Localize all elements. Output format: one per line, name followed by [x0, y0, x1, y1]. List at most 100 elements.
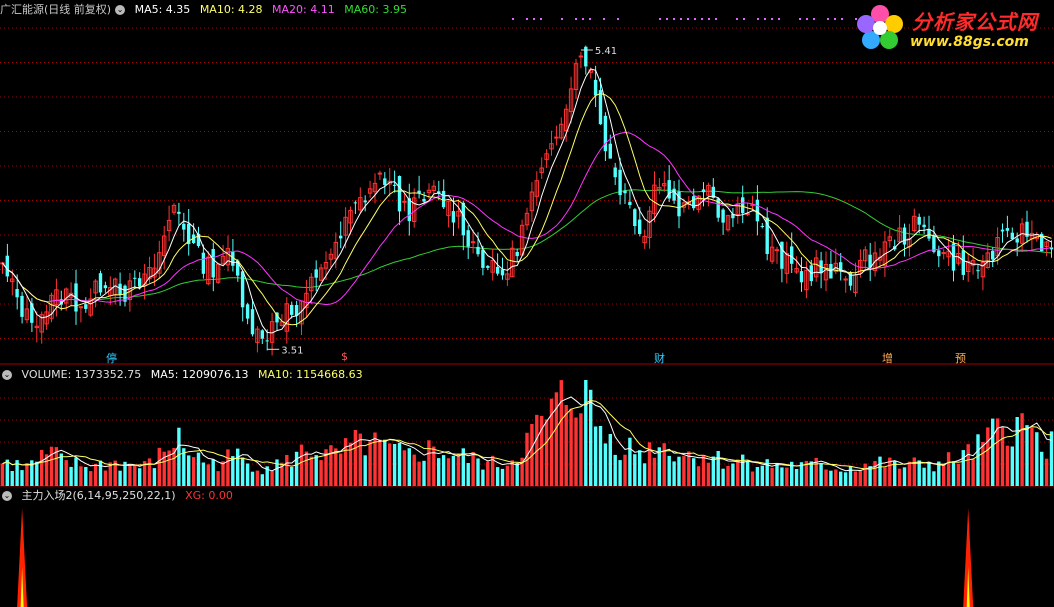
volume-bar	[10, 471, 14, 486]
volume-bar	[196, 452, 201, 486]
candle-body	[402, 200, 407, 203]
candle-body	[628, 201, 632, 205]
volume-bar	[878, 456, 882, 486]
volume-bar	[1005, 445, 1010, 486]
candle-body	[451, 211, 456, 223]
dot-mark	[827, 18, 829, 20]
volume-bar	[260, 474, 264, 486]
dot-mark	[617, 18, 619, 20]
event-marker[interactable]: 财	[654, 350, 665, 366]
candle-body	[177, 211, 181, 214]
candle-body	[613, 167, 617, 178]
volume-bar	[946, 452, 951, 486]
candle-body	[461, 202, 465, 236]
volume-bar	[0, 463, 5, 486]
volume-bar	[1035, 432, 1039, 486]
candle-body	[417, 190, 421, 193]
volume-bar	[741, 454, 745, 486]
candle-body	[314, 269, 318, 278]
candle-body	[623, 190, 627, 194]
volume-bar	[745, 461, 750, 486]
candle-body	[339, 235, 343, 239]
volume-bar	[755, 467, 760, 486]
candle-body	[603, 115, 608, 152]
volume-bar	[574, 417, 578, 486]
candle-body	[790, 246, 794, 264]
candle-body	[961, 250, 965, 275]
volume-bar	[422, 460, 426, 486]
volume-bar	[986, 427, 990, 486]
candle-body	[755, 199, 760, 222]
event-marker[interactable]: 增	[882, 350, 893, 366]
volume-bar	[956, 463, 961, 486]
volume-bar	[976, 434, 980, 486]
volume-bar	[677, 456, 681, 486]
candle-body	[240, 271, 245, 308]
volume-bar	[49, 446, 54, 486]
dot-mark	[589, 18, 591, 20]
moving-average-lines	[2, 68, 1052, 334]
volume-bar	[584, 380, 588, 486]
stock-title: 广汇能源(日线 前复权)	[0, 3, 112, 16]
volume-bar	[863, 463, 867, 486]
candle-body	[466, 230, 470, 247]
dot-mark	[526, 18, 528, 20]
candle-body	[638, 219, 642, 234]
candle-body	[363, 200, 367, 203]
candle-body	[1010, 232, 1014, 240]
volume-bar	[103, 470, 108, 486]
volume-bar	[559, 380, 563, 486]
volume-bar	[829, 470, 833, 486]
volume-bar	[191, 457, 196, 486]
volume-bar	[981, 442, 985, 486]
volume-bar	[897, 468, 902, 486]
volume-ma10-readout: MA10: 1154668.63	[257, 368, 363, 381]
dot-mark	[659, 18, 661, 20]
candle-body	[701, 189, 706, 193]
candle-body	[593, 79, 598, 96]
chevron-down-icon[interactable]: ⌄	[2, 370, 12, 380]
volume-bar	[917, 460, 921, 486]
candle-body	[353, 202, 358, 204]
candle-body	[481, 249, 485, 268]
event-marker[interactable]: 预	[955, 350, 966, 366]
dot-mark	[603, 18, 605, 20]
candle-body	[922, 224, 926, 228]
volume-bar	[378, 439, 382, 486]
candle-body	[245, 304, 250, 319]
logo-title: 分析家公式网	[912, 10, 1038, 34]
event-marker[interactable]: 停	[106, 350, 117, 366]
volume-bar	[902, 467, 907, 486]
dot-mark	[575, 18, 577, 20]
dot-mark	[701, 18, 703, 20]
volume-bar	[35, 461, 39, 486]
volume-bar	[858, 470, 862, 486]
volume-bar	[991, 418, 995, 486]
volume-bar	[481, 469, 485, 486]
chevron-down-icon[interactable]: ⌄	[115, 5, 126, 15]
candle-body	[15, 289, 19, 298]
chevron-down-icon[interactable]: ⌄	[2, 491, 12, 501]
dot-mark	[715, 18, 717, 20]
candle-body	[133, 277, 137, 279]
volume-bar	[819, 463, 823, 486]
indicator-header: ⌄ 主力入场2(6,14,95,250,22,1) XG: 0.00	[0, 488, 239, 504]
candle-body	[991, 250, 995, 260]
dot-mark	[561, 18, 563, 20]
volume-bar	[1010, 446, 1014, 486]
volume-bar	[961, 450, 965, 486]
volume-bar	[760, 465, 764, 486]
volume-bar	[334, 448, 338, 486]
dot-mark	[694, 18, 696, 20]
event-marker[interactable]: $	[341, 350, 348, 363]
dot-mark	[680, 18, 682, 20]
ma60-line	[2, 189, 1052, 303]
volume-bar	[770, 467, 774, 486]
dot-mark	[708, 18, 710, 20]
volume-bar	[118, 470, 122, 486]
dot-mark	[743, 18, 745, 20]
volume-bar	[628, 437, 632, 486]
volume-bar	[1020, 413, 1024, 486]
dot-mark	[813, 18, 815, 20]
volume-bar	[971, 459, 975, 486]
